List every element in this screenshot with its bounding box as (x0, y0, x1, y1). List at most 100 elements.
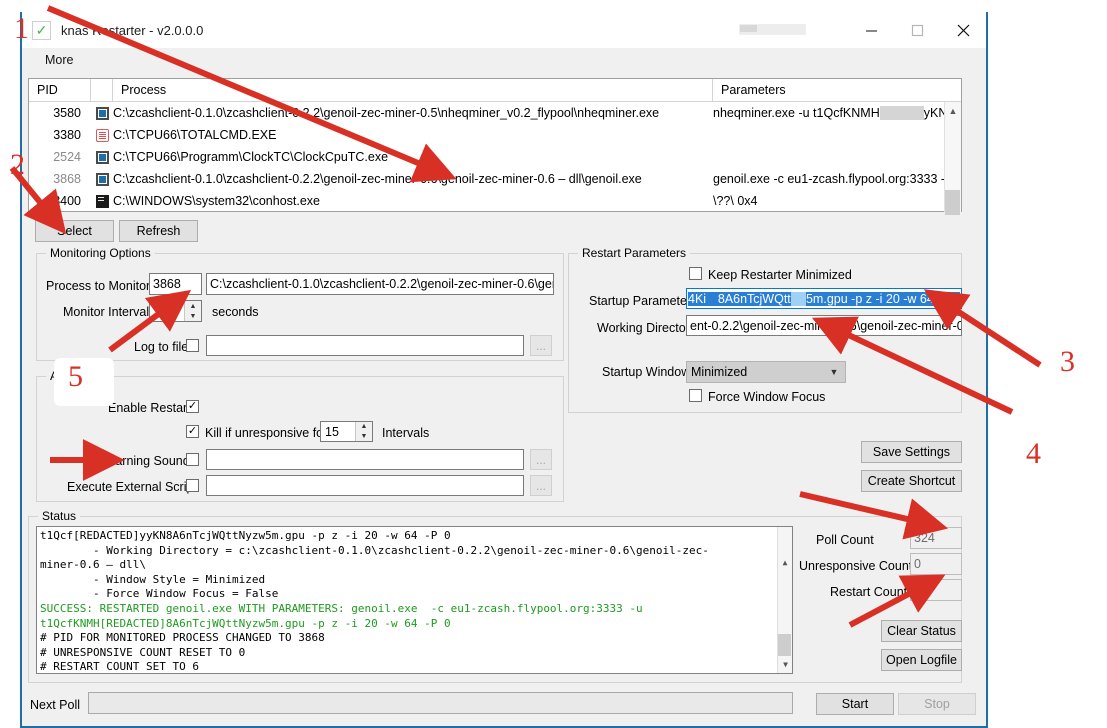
chevron-down-icon[interactable]: ▼ (778, 658, 792, 673)
table-row[interactable]: 2524 C:\TCPU66\Programm\ClockTC\ClockCpu… (29, 146, 961, 168)
table-row[interactable]: 3868 C:\zcashclient-0.1.0\zcashclient-0.… (29, 168, 961, 190)
row-parameters-head: nheqminer.exe -u t1QcfKNMH (713, 106, 880, 120)
annotation-number-3: 3 (1060, 345, 1075, 378)
row-process: C:\zcashclient-0.1.0\zcashclient-0.2.2\g… (113, 106, 660, 120)
restart-count-label: Restart Count (830, 585, 908, 599)
startup-parameters-seg-c: 5m.gpu -p z -i 20 -w 64 -P 0 (805, 291, 960, 306)
row-parameters: genoil.exe -c eu1-zcash.flypool.org:3333… (713, 172, 961, 186)
monitor-interval-value[interactable]: 10 (150, 304, 184, 318)
startup-parameters-input[interactable]: 4Ki 8A6nTcjWQtt 5m.gpu -p z -i 20 -w 64 … (686, 288, 962, 309)
save-settings-button[interactable]: Save Settings (861, 441, 962, 463)
keep-minimized-checkbox[interactable] (689, 267, 702, 280)
create-shortcut-button[interactable]: Create Shortcut (861, 470, 962, 492)
kill-intervals-stepper[interactable]: 15 ▲ ▼ (320, 421, 373, 442)
warning-sound-label: Warning Sound (104, 454, 190, 468)
title-bar: ✓ knas Restarter - v2.0.0.0 (22, 12, 986, 48)
annotation-number-5: 5 (68, 360, 83, 393)
row-process: C:\TCPU66\Programm\ClockTC\ClockCpuTC.ex… (113, 150, 389, 164)
menu-item-more[interactable]: More (36, 50, 82, 70)
external-script-input[interactable] (206, 475, 524, 496)
title-progress-bar (739, 24, 806, 35)
kill-intervals-value[interactable]: 15 (321, 425, 355, 439)
intervals-label: Intervals (382, 426, 430, 440)
process-list-header: PID Process Parameters (29, 79, 961, 102)
kill-unresponsive-checkbox[interactable]: ✓ (186, 425, 199, 438)
open-logfile-button[interactable]: Open Logfile (881, 649, 962, 671)
restart-parameters-legend: Restart Parameters (578, 246, 691, 260)
startup-window-label: Startup Window (602, 365, 691, 379)
external-script-checkbox[interactable] (186, 479, 199, 492)
chevron-up-icon[interactable]: ▲ (945, 102, 962, 119)
status-scrollbar[interactable]: ▲ ▼ (777, 527, 792, 673)
warning-sound-input[interactable] (206, 449, 524, 470)
close-icon[interactable] (940, 12, 986, 48)
log-line: miner-0.6 – dll\ (40, 558, 146, 572)
column-header-parameters[interactable]: Parameters (713, 79, 961, 101)
process-pid-input[interactable]: 3868 (149, 273, 202, 295)
working-directory-input[interactable]: ent-0.2.2\genoil-zec-miner-0.6\genoil-ze… (686, 315, 962, 336)
enable-restart-label: Enable Restart (108, 401, 191, 415)
keep-minimized-label: Keep Restarter Minimized (708, 268, 852, 282)
process-list-body: 3580 C:\zcashclient-0.1.0\zcashclient-0.… (29, 102, 962, 215)
enable-restart-checkbox[interactable]: ✓ (186, 400, 199, 413)
next-poll-label: Next Poll (30, 698, 81, 712)
annotation-number-4: 4 (1026, 437, 1041, 470)
column-header-icon[interactable] (91, 79, 113, 101)
log-line: t1Qcf[REDACTED]yyKN8A6nTcjWQttNyzw5m.gpu… (40, 529, 451, 542)
monitor-interval-stepper[interactable]: 10 ▲ ▼ (149, 300, 202, 322)
startup-parameters-label: Startup Parameters (589, 294, 698, 308)
process-list[interactable]: PID Process Parameters 3580 C:\zcashclie… (28, 78, 962, 215)
status-legend: Status (38, 509, 81, 523)
log-line-success-cont: t1QcfKNMH[REDACTED]8A6nTcjWQttNyzw5m.gpu… (40, 616, 451, 630)
table-row[interactable]: 3400 C:\WINDOWS\system32\conhost.exe \??… (29, 190, 961, 212)
scrollbar-thumb[interactable] (778, 634, 791, 656)
process-to-monitor-label: Process to Monitor (46, 279, 151, 293)
startup-parameters-seg-b: 8A6nTcjWQtt (717, 291, 791, 306)
monitor-interval-label: Monitor Interval (63, 305, 150, 319)
log-line: - Force Window Focus = False (40, 587, 279, 601)
table-row[interactable]: 3380 C:\TCPU66\TOTALCMD.EXE (29, 124, 961, 146)
external-script-browse-button[interactable]: ... (530, 475, 552, 496)
clear-status-button[interactable]: Clear Status (881, 620, 962, 642)
refresh-button[interactable]: Refresh (119, 220, 198, 242)
window-title: knas Restarter - v2.0.0.0 (61, 22, 204, 38)
poll-count-value: 324 (910, 527, 962, 549)
chevron-down-icon[interactable]: ▼ (823, 367, 845, 377)
working-directory-label: Working Directory (597, 321, 697, 335)
startup-window-select[interactable]: Minimized ▼ (686, 361, 846, 383)
stepper-down-icon[interactable]: ▼ (185, 311, 201, 321)
scrollbar-thumb[interactable] (945, 190, 960, 215)
startup-window-value: Minimized (691, 365, 748, 379)
log-to-file-checkbox[interactable] (186, 339, 199, 352)
window-controls (848, 12, 986, 48)
start-button[interactable]: Start (816, 693, 894, 715)
process-path-input[interactable]: C:\zcashclient-0.1.0\zcashclient-0.2.2\g… (206, 273, 554, 295)
column-header-pid[interactable]: PID (29, 79, 91, 101)
stepper-down-icon[interactable]: ▼ (356, 432, 372, 442)
warning-sound-browse-button[interactable]: ... (530, 449, 552, 470)
select-button[interactable]: Select (35, 220, 114, 242)
stepper-buttons[interactable]: ▲ ▼ (184, 301, 201, 321)
table-row[interactable]: 3580 C:\zcashclient-0.1.0\zcashclient-0.… (29, 102, 961, 124)
maximize-icon[interactable] (894, 12, 940, 48)
stop-button: Stop (898, 693, 976, 715)
force-focus-checkbox[interactable] (689, 389, 702, 402)
log-to-file-browse-button[interactable]: ... (530, 335, 552, 356)
poll-count-label: Poll Count (816, 533, 874, 547)
stepper-up-icon[interactable]: ▲ (185, 301, 201, 311)
status-log[interactable]: t1Qcf[REDACTED]yyKN8A6nTcjWQttNyzw5m.gpu… (36, 526, 793, 674)
menu-bar: More (22, 48, 986, 72)
chevron-up-icon[interactable]: ▲ (778, 556, 792, 571)
warning-sound-checkbox[interactable] (186, 453, 199, 466)
column-header-process[interactable]: Process (113, 79, 713, 101)
row-pid: 3400 (53, 194, 81, 208)
log-to-file-input[interactable] (206, 335, 524, 356)
app-checkmark-icon: ✓ (32, 20, 51, 40)
log-to-file-label: Log to file (134, 340, 189, 354)
row-pid: 3868 (53, 172, 81, 186)
restart-count-value: 6 (910, 579, 962, 601)
stepper-up-icon[interactable]: ▲ (356, 422, 372, 432)
log-line: # PID FOR MONITORED PROCESS CHANGED TO 3… (40, 631, 325, 645)
stepper-buttons[interactable]: ▲ ▼ (355, 422, 372, 441)
minimize-icon[interactable] (848, 12, 894, 48)
